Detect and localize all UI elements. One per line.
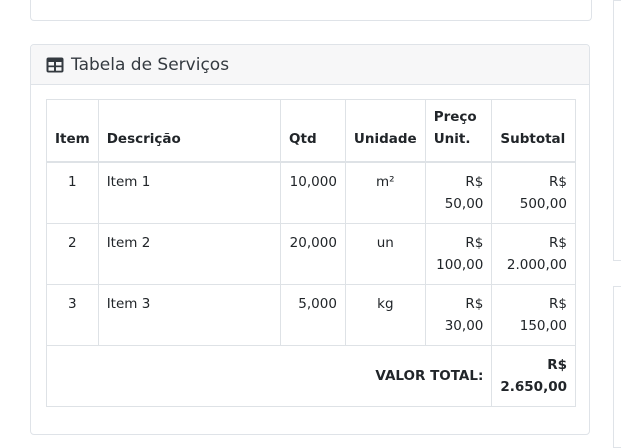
cell-preco: R$ 30,00 bbox=[424, 284, 493, 346]
previous-card bbox=[30, 0, 592, 21]
total-label: VALOR TOTAL: bbox=[45, 345, 493, 407]
cell-unidade: kg bbox=[344, 284, 426, 346]
cell-descricao: Item 2 bbox=[97, 223, 282, 285]
cell-descricao: Item 3 bbox=[97, 284, 282, 346]
side-panel-edge bbox=[613, 0, 621, 62]
cell-subtotal: R$ 500,00 bbox=[491, 161, 576, 224]
table-header-row: Item Descrição Qtd Unidade Preço Unit. S… bbox=[46, 99, 576, 163]
card-header: Tabela de Serviços bbox=[31, 45, 589, 85]
header-subtotal: Subtotal bbox=[491, 99, 576, 163]
cell-subtotal: R$ 150,00 bbox=[491, 284, 576, 346]
cell-qtd: 10,000 bbox=[280, 161, 346, 224]
total-row: VALOR TOTAL: R$ 2.650,00 bbox=[45, 345, 576, 407]
table-row: 1 Item 1 10,000 m² R$ 50,00 R$ 500,00 bbox=[46, 161, 576, 224]
cell-descricao: Item 1 bbox=[97, 161, 282, 224]
cell-preco: R$ 100,00 bbox=[424, 223, 493, 285]
header-descricao: Descrição bbox=[97, 99, 282, 163]
header-unidade: Unidade bbox=[344, 99, 426, 163]
services-card: Tabela de Serviços Item Descrição Qtd Un… bbox=[30, 44, 590, 435]
side-panel-edge bbox=[613, 286, 621, 448]
card-title: Tabela de Serviços bbox=[71, 54, 230, 75]
cell-subtotal: R$ 2.000,00 bbox=[491, 223, 576, 285]
total-value: R$ 2.650,00 bbox=[491, 345, 576, 407]
header-item: Item bbox=[46, 99, 99, 163]
cell-qtd: 5,000 bbox=[280, 284, 346, 346]
services-table: Item Descrição Qtd Unidade Preço Unit. S… bbox=[45, 99, 576, 407]
cell-qtd: 20,000 bbox=[280, 223, 346, 285]
side-panel-edge bbox=[613, 60, 621, 261]
cell-unidade: m² bbox=[344, 161, 426, 224]
header-preco: Preço Unit. bbox=[424, 99, 493, 163]
header-qtd: Qtd bbox=[280, 99, 346, 163]
cell-item: 2 bbox=[46, 223, 99, 285]
cell-item: 3 bbox=[46, 284, 99, 346]
table-icon bbox=[46, 57, 64, 73]
table-row: 2 Item 2 20,000 un R$ 100,00 R$ 2.000,00 bbox=[46, 223, 576, 285]
table-row: 3 Item 3 5,000 kg R$ 30,00 R$ 150,00 bbox=[46, 284, 576, 346]
cell-preco: R$ 50,00 bbox=[424, 161, 493, 224]
cell-unidade: un bbox=[344, 223, 426, 285]
cell-item: 1 bbox=[46, 161, 99, 224]
